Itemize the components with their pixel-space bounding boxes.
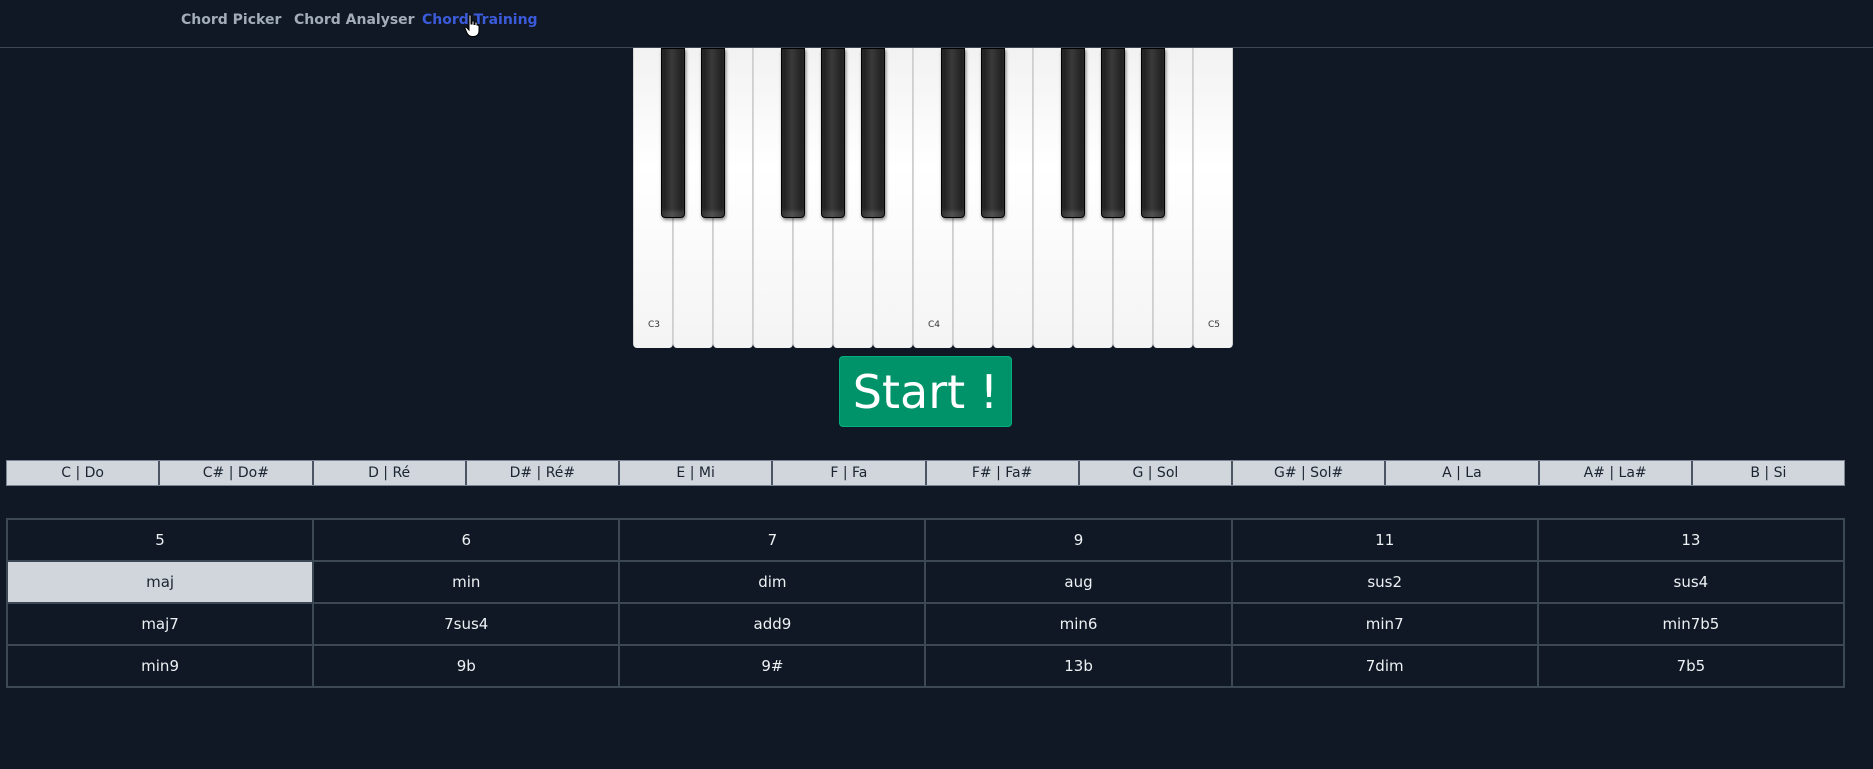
chord-option[interactable]: 7b5 [1536, 644, 1846, 688]
chord-option[interactable]: maj7 [5, 602, 315, 646]
top-navigation: Chord Picker Chord Analyser Chord Traini… [0, 0, 1873, 48]
black-key-a#4[interactable] [1141, 48, 1165, 218]
black-key-f#4[interactable] [1061, 48, 1085, 218]
chord-option[interactable]: min7 [1230, 602, 1539, 646]
chord-option[interactable]: sus4 [1536, 560, 1846, 604]
piano-keyboard: C3 C4 C5 [633, 48, 1233, 348]
chord-row: 5 6 7 9 11 13 [5, 518, 1846, 562]
note-button[interactable]: F | Fa [773, 461, 927, 485]
chord-row: maj min dim aug sus2 sus4 [5, 560, 1846, 604]
chord-option[interactable]: min6 [924, 602, 1233, 646]
note-button[interactable]: C | Do [7, 461, 161, 485]
chord-option[interactable]: min9 [5, 644, 315, 688]
start-button[interactable]: Start ! [839, 356, 1012, 427]
note-button[interactable]: E | Mi [620, 461, 774, 485]
chord-option[interactable]: add9 [618, 602, 927, 646]
note-button[interactable]: F# | Fa# [926, 461, 1080, 485]
chord-option[interactable]: 11 [1230, 518, 1539, 562]
chord-option[interactable]: 7 [618, 518, 927, 562]
chord-option[interactable]: sus2 [1230, 560, 1539, 604]
black-key-g#4[interactable] [1101, 48, 1125, 218]
chord-option[interactable]: 7sus4 [312, 602, 621, 646]
note-button[interactable]: G | Sol [1079, 461, 1233, 485]
key-label-c5: C5 [1208, 320, 1221, 330]
hand-pointer-icon [464, 14, 480, 37]
black-key-f#3[interactable] [781, 48, 805, 218]
key-label-c3: C3 [648, 320, 661, 330]
chord-row: min9 9b 9# 13b 7dim 7b5 [5, 644, 1846, 688]
white-key-c5[interactable]: C5 [1193, 48, 1233, 348]
chord-option[interactable]: min7b5 [1536, 602, 1846, 646]
chord-option[interactable]: 9 [924, 518, 1233, 562]
key-label-c4: C4 [928, 320, 941, 330]
chord-type-table: 5 6 7 9 11 13 maj min dim aug sus2 sus4 maj7 7sus4 add… [5, 518, 1846, 688]
chord-option[interactable]: 13 [1536, 518, 1846, 562]
black-key-c#4[interactable] [941, 48, 965, 218]
note-button[interactable]: A# | La# [1539, 461, 1693, 485]
chord-option[interactable]: 5 [5, 518, 315, 562]
black-key-d#4[interactable] [981, 48, 1005, 218]
chord-option[interactable]: 9b [312, 644, 621, 688]
note-button[interactable]: D | Ré [313, 461, 467, 485]
black-key-c#3[interactable] [661, 48, 685, 218]
black-key-d#3[interactable] [701, 48, 725, 218]
note-button[interactable]: A | La [1386, 461, 1540, 485]
chord-option[interactable]: 6 [312, 518, 621, 562]
chord-option[interactable]: 7dim [1230, 644, 1539, 688]
black-key-g#3[interactable] [821, 48, 845, 218]
chord-option[interactable]: dim [618, 560, 927, 604]
nav-chord-picker[interactable]: Chord Picker [181, 12, 281, 28]
note-button[interactable]: G# | Sol# [1233, 461, 1387, 485]
chord-option[interactable]: 9# [618, 644, 927, 688]
note-button[interactable]: B | Si [1692, 461, 1844, 485]
chord-row: maj7 7sus4 add9 min6 min7 min7b5 [5, 602, 1846, 646]
chord-option[interactable]: min [312, 560, 621, 604]
black-key-a#3[interactable] [861, 48, 885, 218]
note-button[interactable]: C# | Do# [160, 461, 314, 485]
chord-option[interactable]: 13b [924, 644, 1233, 688]
chord-option[interactable]: aug [924, 560, 1233, 604]
root-note-selector: C | Do C# | Do# D | Ré D# | Ré# E | Mi F | Fa… [6, 460, 1845, 486]
nav-chord-analyser[interactable]: Chord Analyser [294, 12, 415, 28]
chord-option[interactable]: maj [5, 560, 315, 604]
note-button[interactable]: D# | Ré# [466, 461, 620, 485]
